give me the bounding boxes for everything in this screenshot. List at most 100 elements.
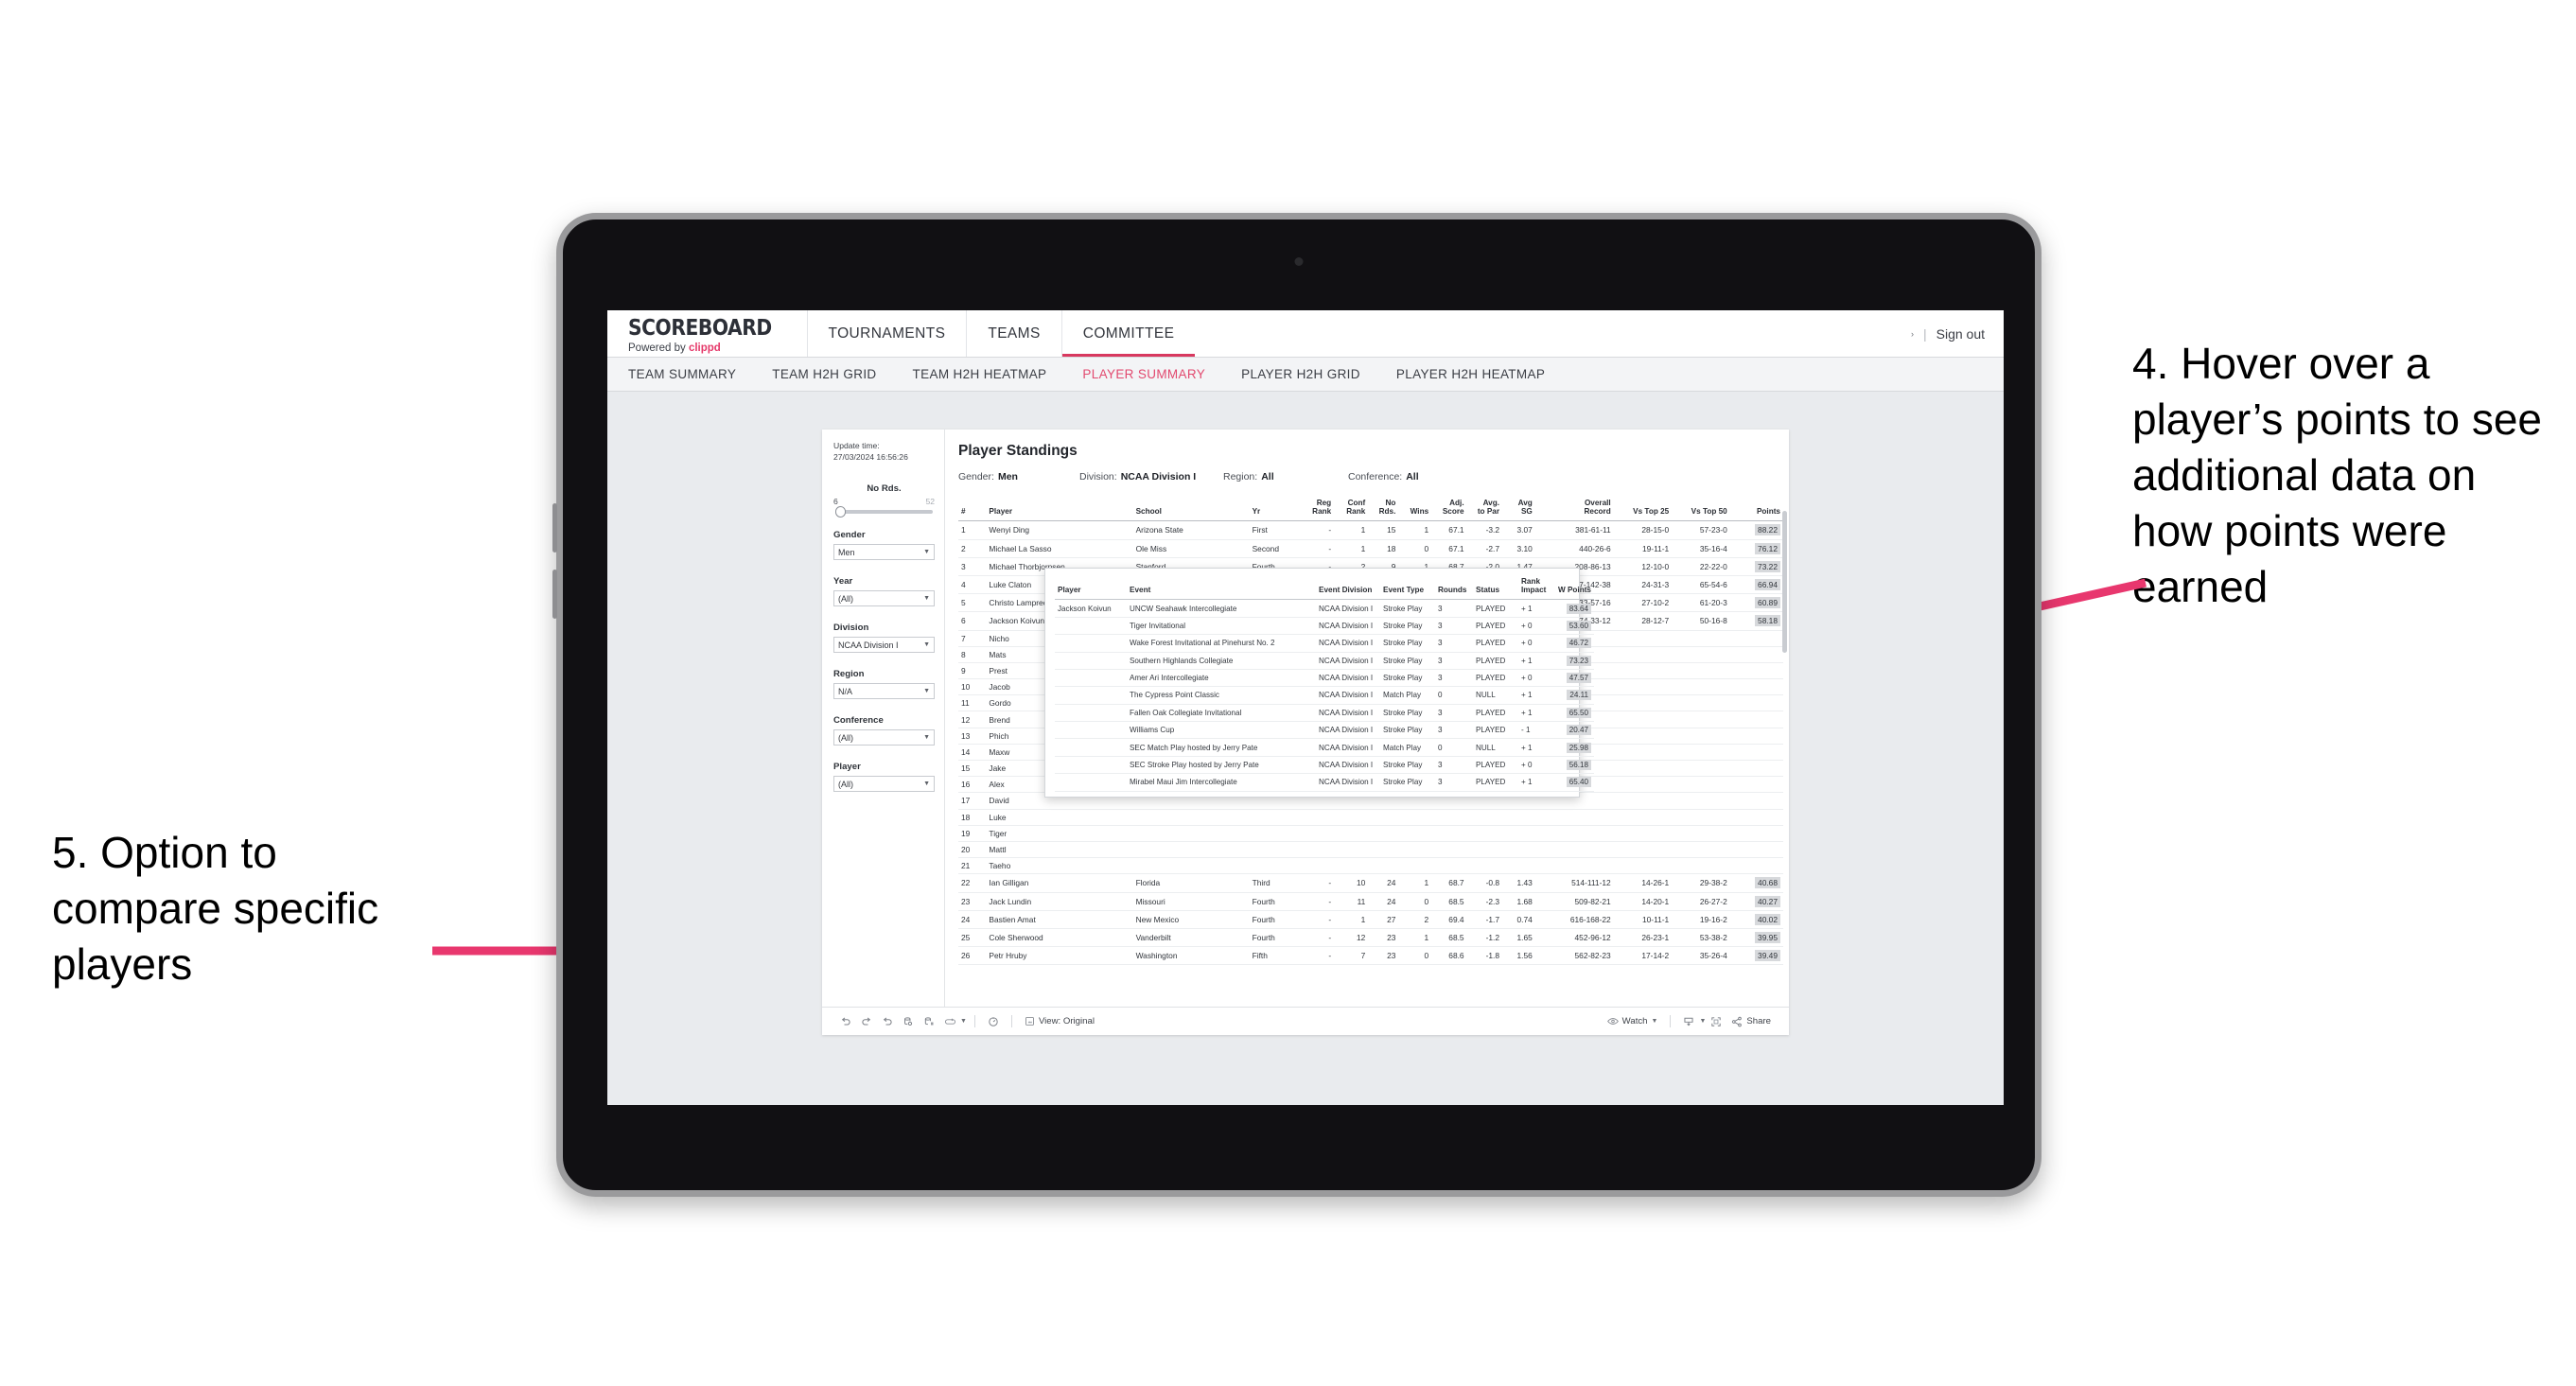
cell-n: 19 <box>958 825 987 842</box>
subtab-team-summary[interactable]: TEAM SUMMARY <box>628 367 736 381</box>
cell-points[interactable] <box>1729 841 1783 859</box>
cell-points[interactable]: 40.68 <box>1729 873 1783 893</box>
no-rounds-slider[interactable] <box>835 506 933 518</box>
cell-points[interactable] <box>1729 711 1783 728</box>
cell-points[interactable]: 60.89 <box>1729 593 1783 613</box>
fullscreen-icon[interactable] <box>1706 1016 1726 1027</box>
cell-points[interactable] <box>1729 694 1783 712</box>
undo-icon[interactable] <box>835 1016 856 1027</box>
col-header-yr[interactable]: Yr <box>1249 496 1301 522</box>
cell-points[interactable]: 73.22 <box>1729 557 1783 576</box>
cell-points[interactable] <box>1729 662 1783 680</box>
cell-n: 15 <box>958 760 987 778</box>
table-row[interactable]: 24 Bastien Amat New Mexico Fourth -1 27 2 69.4-… <box>958 910 1783 929</box>
share-button[interactable]: Share <box>1726 1016 1776 1027</box>
table-row[interactable]: 23 Jack Lundin Missouri Fourth -11 24 0 68.5 -2.… <box>958 892 1783 911</box>
revert-icon[interactable] <box>877 1016 898 1027</box>
subtab-team-h2h-heatmap[interactable]: TEAM H2H HEATMAP <box>913 367 1047 381</box>
table-vertical-scrollbar[interactable] <box>1782 511 1787 653</box>
nav-tab-committee[interactable]: COMMITTEE <box>1060 310 1196 357</box>
cell-school: Florida <box>1132 873 1250 893</box>
table-row[interactable]: 22 Ian Gilligan Florida Third -10 24 1 68.7 -0.8… <box>958 873 1783 893</box>
table-row[interactable]: 18 Luke <box>958 809 1783 826</box>
col-header-conf-rank[interactable]: Conf Rank <box>1334 496 1369 522</box>
cell-points[interactable] <box>1729 630 1783 647</box>
table-row[interactable]: 25 Cole Sherwood Vanderbilt Fourth -12 23 1 68.… <box>958 928 1783 948</box>
chevron-down-icon: ▼ <box>923 734 930 742</box>
filter-player-select[interactable]: (All) ▼ <box>833 776 935 793</box>
pause-refresh-icon[interactable] <box>983 1016 1004 1027</box>
subtab-player-h2h-grid[interactable]: PLAYER H2H GRID <box>1241 367 1360 381</box>
pause-auto-update-icon[interactable] <box>919 1016 939 1027</box>
nav-tab-teams[interactable]: TEAMS <box>966 310 1060 357</box>
subtab-player-h2h-heatmap[interactable]: PLAYER H2H HEATMAP <box>1396 367 1545 381</box>
view-original-button[interactable]: View: Original <box>1020 1016 1099 1026</box>
volume-up-button[interactable] <box>552 503 557 553</box>
summary-region-value: All <box>1261 471 1274 482</box>
volume-down-button[interactable] <box>552 570 557 619</box>
account-chevron-icon[interactable]: › <box>1911 329 1914 339</box>
col-header-school[interactable]: School <box>1132 496 1250 522</box>
col-header-wins[interactable]: Wins <box>1398 496 1432 522</box>
filter-division-select[interactable]: NCAA Division I ▼ <box>833 637 935 654</box>
cell-reg: - <box>1300 539 1335 558</box>
table-row[interactable]: 19 Tiger <box>958 825 1783 842</box>
table-row[interactable]: 2 Michael La Sasso Ole Miss Second -1 18 0 67.1… <box>958 539 1783 558</box>
download-icon[interactable] <box>1678 1016 1699 1027</box>
refresh-data-icon[interactable] <box>898 1016 919 1027</box>
watch-button[interactable]: Watch ▼ <box>1603 1016 1663 1026</box>
col-header-no-rds[interactable]: No Rds. <box>1368 496 1399 522</box>
no-rounds-max: 52 <box>925 497 935 507</box>
cell-points[interactable]: 39.49 <box>1729 946 1783 966</box>
filter-gender-select[interactable]: Men ▼ <box>833 544 935 561</box>
col-header-player[interactable]: Player <box>986 496 1133 522</box>
cell-points[interactable] <box>1729 760 1783 778</box>
cell-points[interactable] <box>1729 646 1783 663</box>
cell-t25: 28-15-0 <box>1613 520 1673 540</box>
col-header-vs-top-50[interactable]: Vs Top 50 <box>1672 496 1730 522</box>
cell-points[interactable] <box>1729 809 1783 826</box>
cell-points[interactable]: 76.12 <box>1729 539 1783 558</box>
cell-points[interactable] <box>1729 744 1783 762</box>
slide-canvas: 4. Hover over a player’s points to see a… <box>0 0 2576 1386</box>
table-row[interactable]: 20 Mattl <box>958 841 1783 859</box>
cell-points[interactable] <box>1729 776 1783 794</box>
filter-region-select[interactable]: N/A ▼ <box>833 683 935 700</box>
sign-out-link[interactable]: Sign out <box>1936 326 1985 342</box>
cell-points[interactable]: 40.02 <box>1729 910 1783 929</box>
cell-points[interactable]: 88.22 <box>1729 520 1783 540</box>
download-dropdown-caret-icon[interactable]: ▼ <box>1699 1018 1706 1025</box>
loop-dropdown-caret-icon[interactable]: ▼ <box>960 1018 967 1025</box>
col-header-[interactable]: # <box>958 496 987 522</box>
cell-t25: 12-10-0 <box>1613 557 1673 576</box>
table-row[interactable]: 21 Taeho <box>958 857 1783 875</box>
cell-points[interactable] <box>1729 857 1783 875</box>
no-rounds-slider-handle[interactable] <box>835 506 846 518</box>
watch-dropdown-caret-icon[interactable]: ▼ <box>1652 1018 1658 1025</box>
col-header-reg-rank[interactable]: Reg Rank <box>1300 496 1335 522</box>
col-header-adj-score[interactable]: Adj. Score <box>1431 496 1467 522</box>
filter-conference-select[interactable]: (All) ▼ <box>833 729 935 746</box>
col-header-points[interactable]: Points <box>1729 496 1783 522</box>
cell-points[interactable] <box>1729 678 1783 696</box>
cell-points[interactable]: 66.94 <box>1729 575 1783 595</box>
col-header-vs-top-25[interactable]: Vs Top 25 <box>1613 496 1673 522</box>
cell-points[interactable]: 40.27 <box>1729 892 1783 911</box>
cell-points[interactable]: 39.95 <box>1729 928 1783 948</box>
subtab-player-summary[interactable]: PLAYER SUMMARY <box>1082 367 1205 381</box>
table-row[interactable]: 1 Wenyi Ding Arizona State First -1 15 1 67.1 -3… <box>958 520 1783 540</box>
loop-playback-icon[interactable] <box>939 1017 960 1026</box>
cell-points[interactable] <box>1729 728 1783 745</box>
col-header-avg-to-par[interactable]: Avg. to Par <box>1466 496 1503 522</box>
filter-year-select[interactable]: (All) ▼ <box>833 590 935 607</box>
subtab-team-h2h-grid[interactable]: TEAM H2H GRID <box>772 367 876 381</box>
col-header-avg-sg[interactable]: Avg SG <box>1502 496 1535 522</box>
col-header-overall-record[interactable]: Overall Record <box>1534 496 1614 522</box>
nav-tab-tournaments[interactable]: TOURNAMENTS <box>806 310 967 357</box>
table-row[interactable]: 26 Petr Hruby Washington Fifth -7 23 0 68.6 -1.8… <box>958 946 1783 966</box>
app-logo[interactable]: SCOREBOARD Powered by clippd <box>607 310 807 357</box>
cell-points[interactable]: 58.18 <box>1729 611 1783 631</box>
cell-points[interactable] <box>1729 825 1783 842</box>
redo-icon[interactable] <box>856 1016 877 1027</box>
cell-points[interactable] <box>1729 792 1783 810</box>
